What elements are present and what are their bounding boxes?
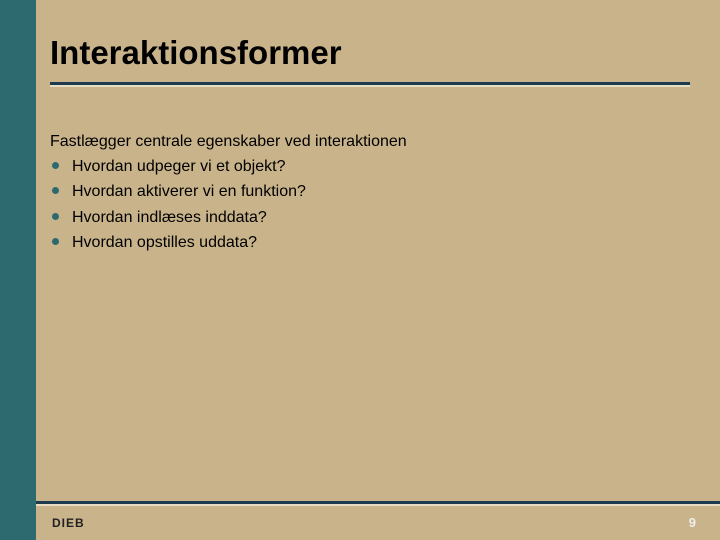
body-block: Fastlægger centrale egenskaber ved inter… (50, 130, 690, 256)
bullet-icon (52, 238, 59, 245)
title-rule-light (50, 85, 690, 87)
bullet-text: Hvordan udpeger vi et objekt? (72, 158, 285, 175)
bullet-list: Hvordan udpeger vi et objekt? Hvordan ak… (50, 155, 690, 254)
bullet-text: Hvordan aktiverer vi en funktion? (72, 183, 306, 200)
bullet-icon (52, 187, 59, 194)
bullet-icon (52, 213, 59, 220)
list-item: Hvordan udpeger vi et objekt? (50, 155, 690, 178)
footer-rule (36, 501, 720, 506)
left-accent-rail (0, 0, 36, 540)
page-number: 9 (689, 515, 696, 530)
footer-left-label: DIEB (52, 516, 85, 530)
list-item: Hvordan indlæses inddata? (50, 206, 690, 229)
bullet-text: Hvordan opstilles uddata? (72, 234, 257, 251)
bullet-text: Hvordan indlæses inddata? (72, 209, 267, 226)
intro-text: Fastlægger centrale egenskaber ved inter… (50, 130, 690, 153)
footer-rule-light (36, 504, 720, 506)
list-item: Hvordan opstilles uddata? (50, 231, 690, 254)
bullet-icon (52, 162, 59, 169)
list-item: Hvordan aktiverer vi en funktion? (50, 180, 690, 203)
title-block: Interaktionsformer (50, 34, 690, 87)
slide-title: Interaktionsformer (50, 34, 690, 72)
